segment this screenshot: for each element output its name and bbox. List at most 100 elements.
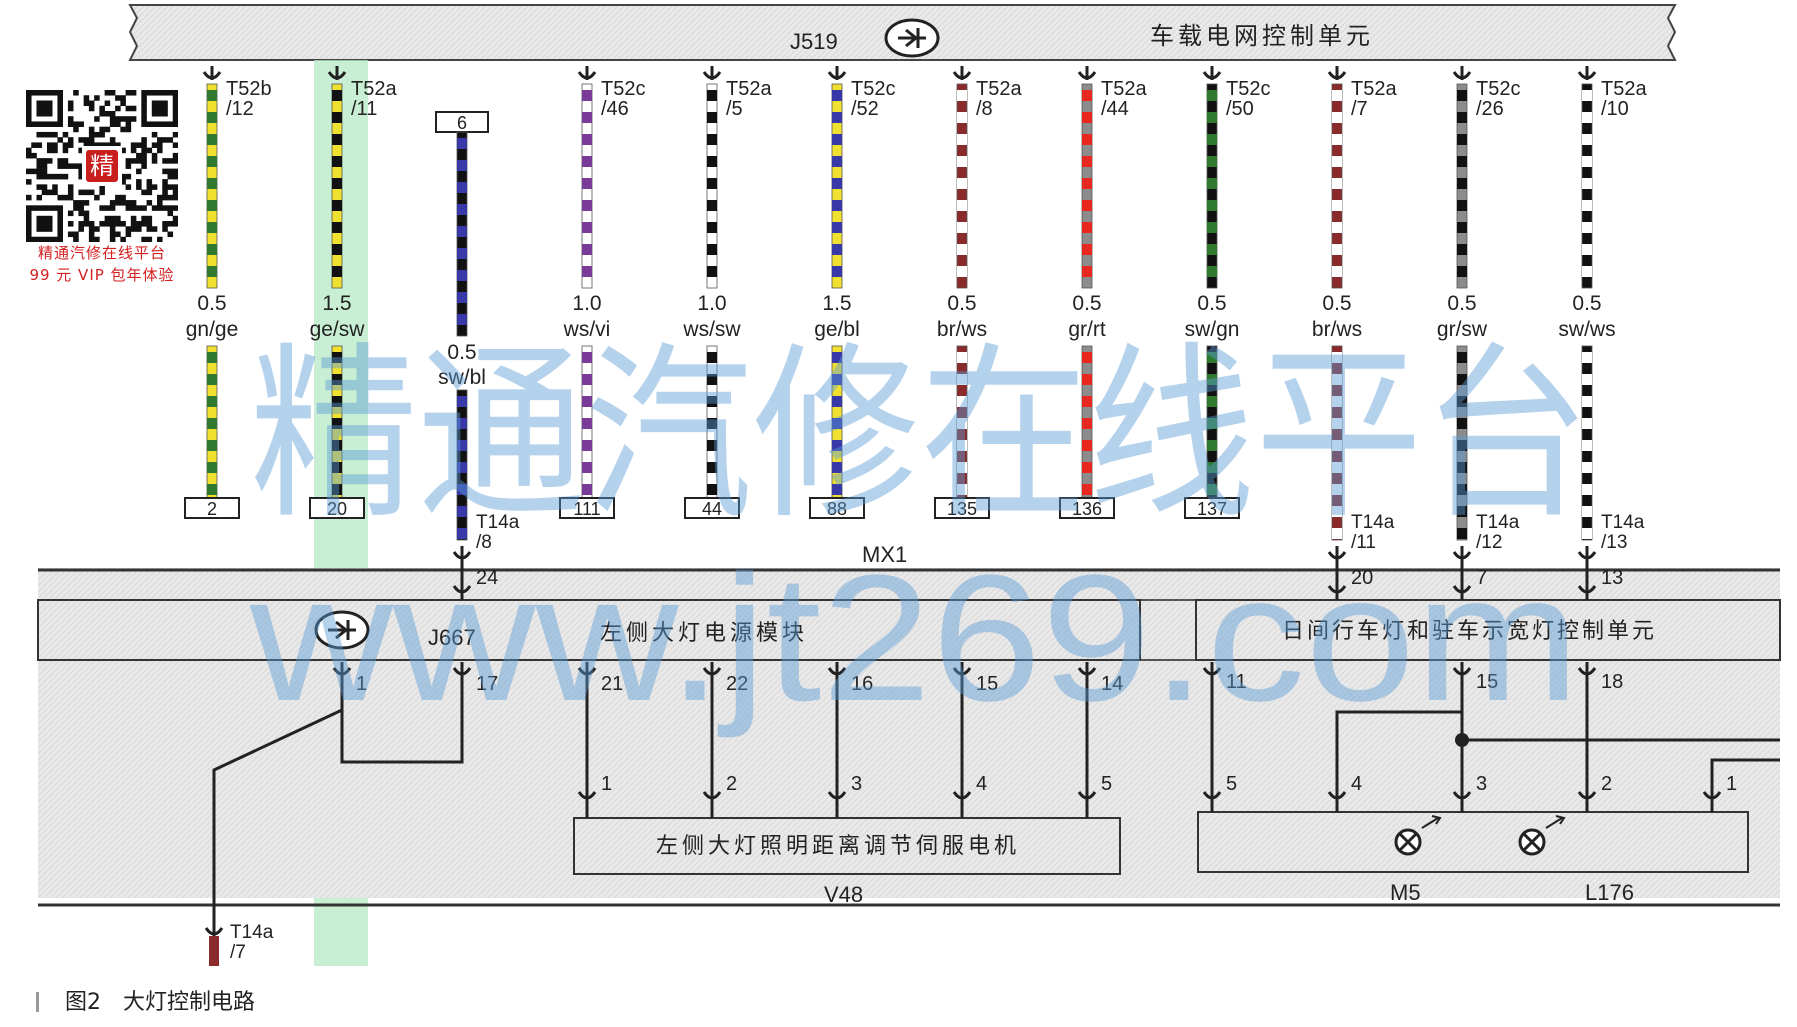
wire-4-upper-stripe xyxy=(582,200,592,211)
lamp-pin-num: 1 xyxy=(1726,773,1737,795)
mx1-pin-connector: T14a xyxy=(1476,512,1520,533)
wire-12-upper-stripe xyxy=(1582,90,1592,101)
qr-cell xyxy=(26,168,32,175)
qr-promo[interactable]: 精 精通汽修在线平台 99 元 VIP 包年体验 xyxy=(18,90,186,286)
figure-caption: 图2 大灯控制电路 xyxy=(36,984,255,1016)
qr-cell xyxy=(94,131,100,138)
qr-finder-cell xyxy=(26,121,32,127)
drl-module: 日间行车灯和驻车示宽灯控制单元 xyxy=(1195,599,1781,661)
qr-cell xyxy=(83,100,90,107)
qr-cell xyxy=(41,184,48,190)
qr-cell xyxy=(36,158,43,164)
wire-8-lower-stripe xyxy=(1082,462,1092,473)
wire-11-lower-stripe xyxy=(1457,352,1467,363)
wire-11-upper-stripe xyxy=(1457,178,1467,189)
qr-cell xyxy=(99,126,105,133)
wire-5-lower-stripe xyxy=(707,396,717,407)
qr-cell xyxy=(26,179,32,185)
qr-cell xyxy=(157,194,163,201)
qr-cell xyxy=(172,152,178,159)
qr-cell xyxy=(94,194,100,201)
qr-cell xyxy=(130,221,137,227)
qr-cell xyxy=(130,205,137,211)
qr-cell xyxy=(141,158,147,164)
qr-cell xyxy=(172,189,178,196)
wire-9-upper-stripe xyxy=(1207,222,1217,233)
qr-finder-cell xyxy=(46,121,53,127)
wire-12-upper-stripe xyxy=(1582,178,1592,189)
drl-pin-num: 18 xyxy=(1601,671,1623,693)
wire-4-upper-stripe xyxy=(582,90,592,101)
drl-pin-num: 15 xyxy=(1476,671,1498,693)
wire-2-upper-stripe xyxy=(332,156,342,167)
qr-badge-text: 精 xyxy=(90,152,114,180)
wire-7-upper-stripe xyxy=(957,156,967,167)
qr-cell xyxy=(136,226,142,232)
qr-cell xyxy=(109,116,116,122)
qr-cell xyxy=(104,221,111,227)
qr-cell xyxy=(136,158,142,164)
qr-finder-cell xyxy=(26,205,32,211)
qr-cell xyxy=(146,184,153,190)
wire-12-lower-stripe xyxy=(1582,396,1592,407)
qr-finder-cell xyxy=(57,205,63,211)
qr-cell xyxy=(146,215,153,222)
qr-cell xyxy=(162,226,168,232)
qr-cell xyxy=(73,126,79,133)
wire-1: T52b/12 0.5 gn/ge 2 xyxy=(184,66,272,519)
qr-cell xyxy=(83,215,90,222)
qr-finder-cell xyxy=(57,116,63,122)
qr-cell xyxy=(141,221,147,227)
wire-11-lower-stripe xyxy=(1457,396,1467,407)
wire-3: 6 0.5sw/bl xyxy=(435,111,489,541)
wire-3-lower-stripe xyxy=(457,484,467,495)
wire-8-lower-stripe xyxy=(1082,484,1092,495)
wire-pin-number: /7 xyxy=(1351,98,1368,120)
wire-6-upper-stripe xyxy=(832,266,842,277)
qr-finder-cell xyxy=(46,110,53,117)
qr-cell xyxy=(88,226,95,232)
qr-cell xyxy=(109,121,116,127)
wire-5-lower-stripe xyxy=(707,440,717,451)
qr-cell xyxy=(78,226,84,232)
wire-1-upper-stripe xyxy=(207,178,217,189)
mx1-pin-num: 20 xyxy=(1351,567,1373,589)
qr-cell xyxy=(120,95,126,101)
qr-cell xyxy=(151,184,158,190)
qr-cell xyxy=(41,163,48,169)
wire-4-lower-stripe xyxy=(582,352,592,363)
bottom-pin-no: /7 xyxy=(230,942,246,963)
wire-10-lower-stripe xyxy=(1332,440,1342,451)
qr-cell xyxy=(41,131,48,138)
j667-ground-symbol-icon xyxy=(314,610,370,650)
qr-cell xyxy=(136,168,142,175)
qr-cell xyxy=(109,90,116,96)
qr-finder-cell xyxy=(26,105,32,112)
wire-2-upper-stripe xyxy=(332,112,342,123)
wire-5-upper-stripe xyxy=(707,222,717,233)
wire-10-lower-stripe xyxy=(1332,396,1342,407)
wire-size: 0.5 xyxy=(447,341,476,364)
wire-9-lower-stripe xyxy=(1207,462,1217,473)
qr-finder-cell xyxy=(41,110,48,117)
qr-cell xyxy=(172,194,178,201)
qr-cell xyxy=(109,226,116,232)
wire-1-lower-stripe xyxy=(207,374,217,385)
qr-finder-cell xyxy=(26,210,32,217)
wire-11-upper-stripe xyxy=(1457,244,1467,255)
qr-cell xyxy=(26,152,32,159)
qr-finder-cell xyxy=(46,226,53,232)
wire-8-upper-stripe xyxy=(1082,266,1092,277)
wire-12-upper-stripe xyxy=(1582,200,1592,211)
qr-finder-cell xyxy=(162,121,168,127)
connector-number: 2 xyxy=(207,499,217,519)
wire-12-lower-stripe xyxy=(1582,440,1592,451)
qr-finder-cell xyxy=(41,105,48,112)
qr-cell xyxy=(130,147,137,154)
wire-2-upper-stripe xyxy=(332,244,342,255)
qr-cell xyxy=(67,194,74,201)
qr-finder-cell xyxy=(36,100,43,107)
qr-finder-cell xyxy=(151,110,158,117)
qr-finder-cell xyxy=(57,90,63,96)
j519-module-bar: J519 车载电网控制单元 xyxy=(128,4,1677,61)
